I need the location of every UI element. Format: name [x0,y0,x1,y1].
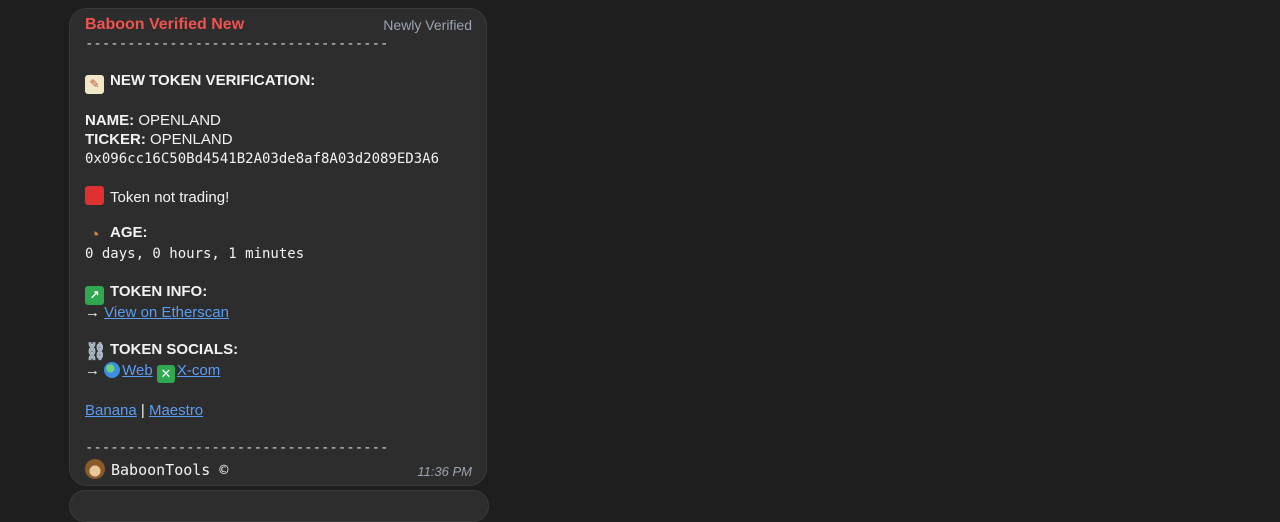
contract-address[interactable]: 0x096cc16C50Bd4541B2A03de8af8A03d2089ED3… [85,151,439,167]
maestro-link[interactable]: Maestro [149,402,203,419]
message-time: 11:36 PM [417,464,472,479]
red-square-icon [85,186,104,205]
token-info-line: ↗ TOKEN INFO: [85,283,207,305]
heading-line: ✎ NEW TOKEN VERIFICATION: [85,72,315,94]
web-link[interactable]: Web [122,362,153,379]
mantelpiece-clock-icon: ◔ [89,225,100,244]
message-bubble: Baboon Verified New Newly Verified -----… [69,8,487,486]
arrow-icon: → [85,362,100,379]
token-socials-line: ⛓ TOKEN SOCIALS: [85,341,238,361]
next-message-bubble [69,490,489,522]
name-label: NAME: [85,112,135,129]
ticker-line: TICKER: OPENLAND [85,131,233,148]
ticker-value: OPENLAND [150,131,233,148]
separator-bottom: ------------------------------------ [85,440,389,456]
cross-mark-icon: ✕ [156,365,175,383]
trading-status-line: Token not trading! [85,186,229,206]
memo-icon: ✎ [85,75,104,94]
name-value: OPENLAND [138,112,221,129]
separator-top: ------------------------------------ [85,36,389,52]
socials-links-line: → Web ✕ X-com [85,362,220,383]
etherscan-line: → View on Etherscan [85,304,229,321]
age-line: ◔ AGE: [85,224,148,244]
token-socials-label: TOKEN SOCIALS: [110,341,239,358]
age-value[interactable]: 0 days, 0 hours, 1 minutes [85,246,304,262]
footer-line: BaboonTools © [85,459,228,479]
bot-links-line: Banana | Maestro [85,402,203,419]
age-label: AGE: [110,224,148,241]
sender-name[interactable]: Baboon Verified New [85,16,244,34]
message-tag: Newly Verified [383,17,472,33]
pipe-divider: | [140,402,145,419]
heading-text: NEW TOKEN VERIFICATION: [110,72,316,89]
chart-icon: ↗ [85,286,104,305]
link-icon: ⛓ [85,342,107,361]
etherscan-link[interactable]: View on Etherscan [104,304,229,321]
trading-status-text: Token not trading! [110,189,230,206]
x-com-link[interactable]: X-com [177,362,220,379]
globe-icon [104,362,121,378]
banana-link[interactable]: Banana [85,402,137,419]
footer-signature: BaboonTools © [111,461,229,479]
arrow-icon: → [85,304,100,321]
monkey-icon [85,459,105,479]
ticker-label: TICKER: [85,131,146,148]
token-info-label: TOKEN INFO: [110,283,208,300]
name-line: NAME: OPENLAND [85,112,221,129]
